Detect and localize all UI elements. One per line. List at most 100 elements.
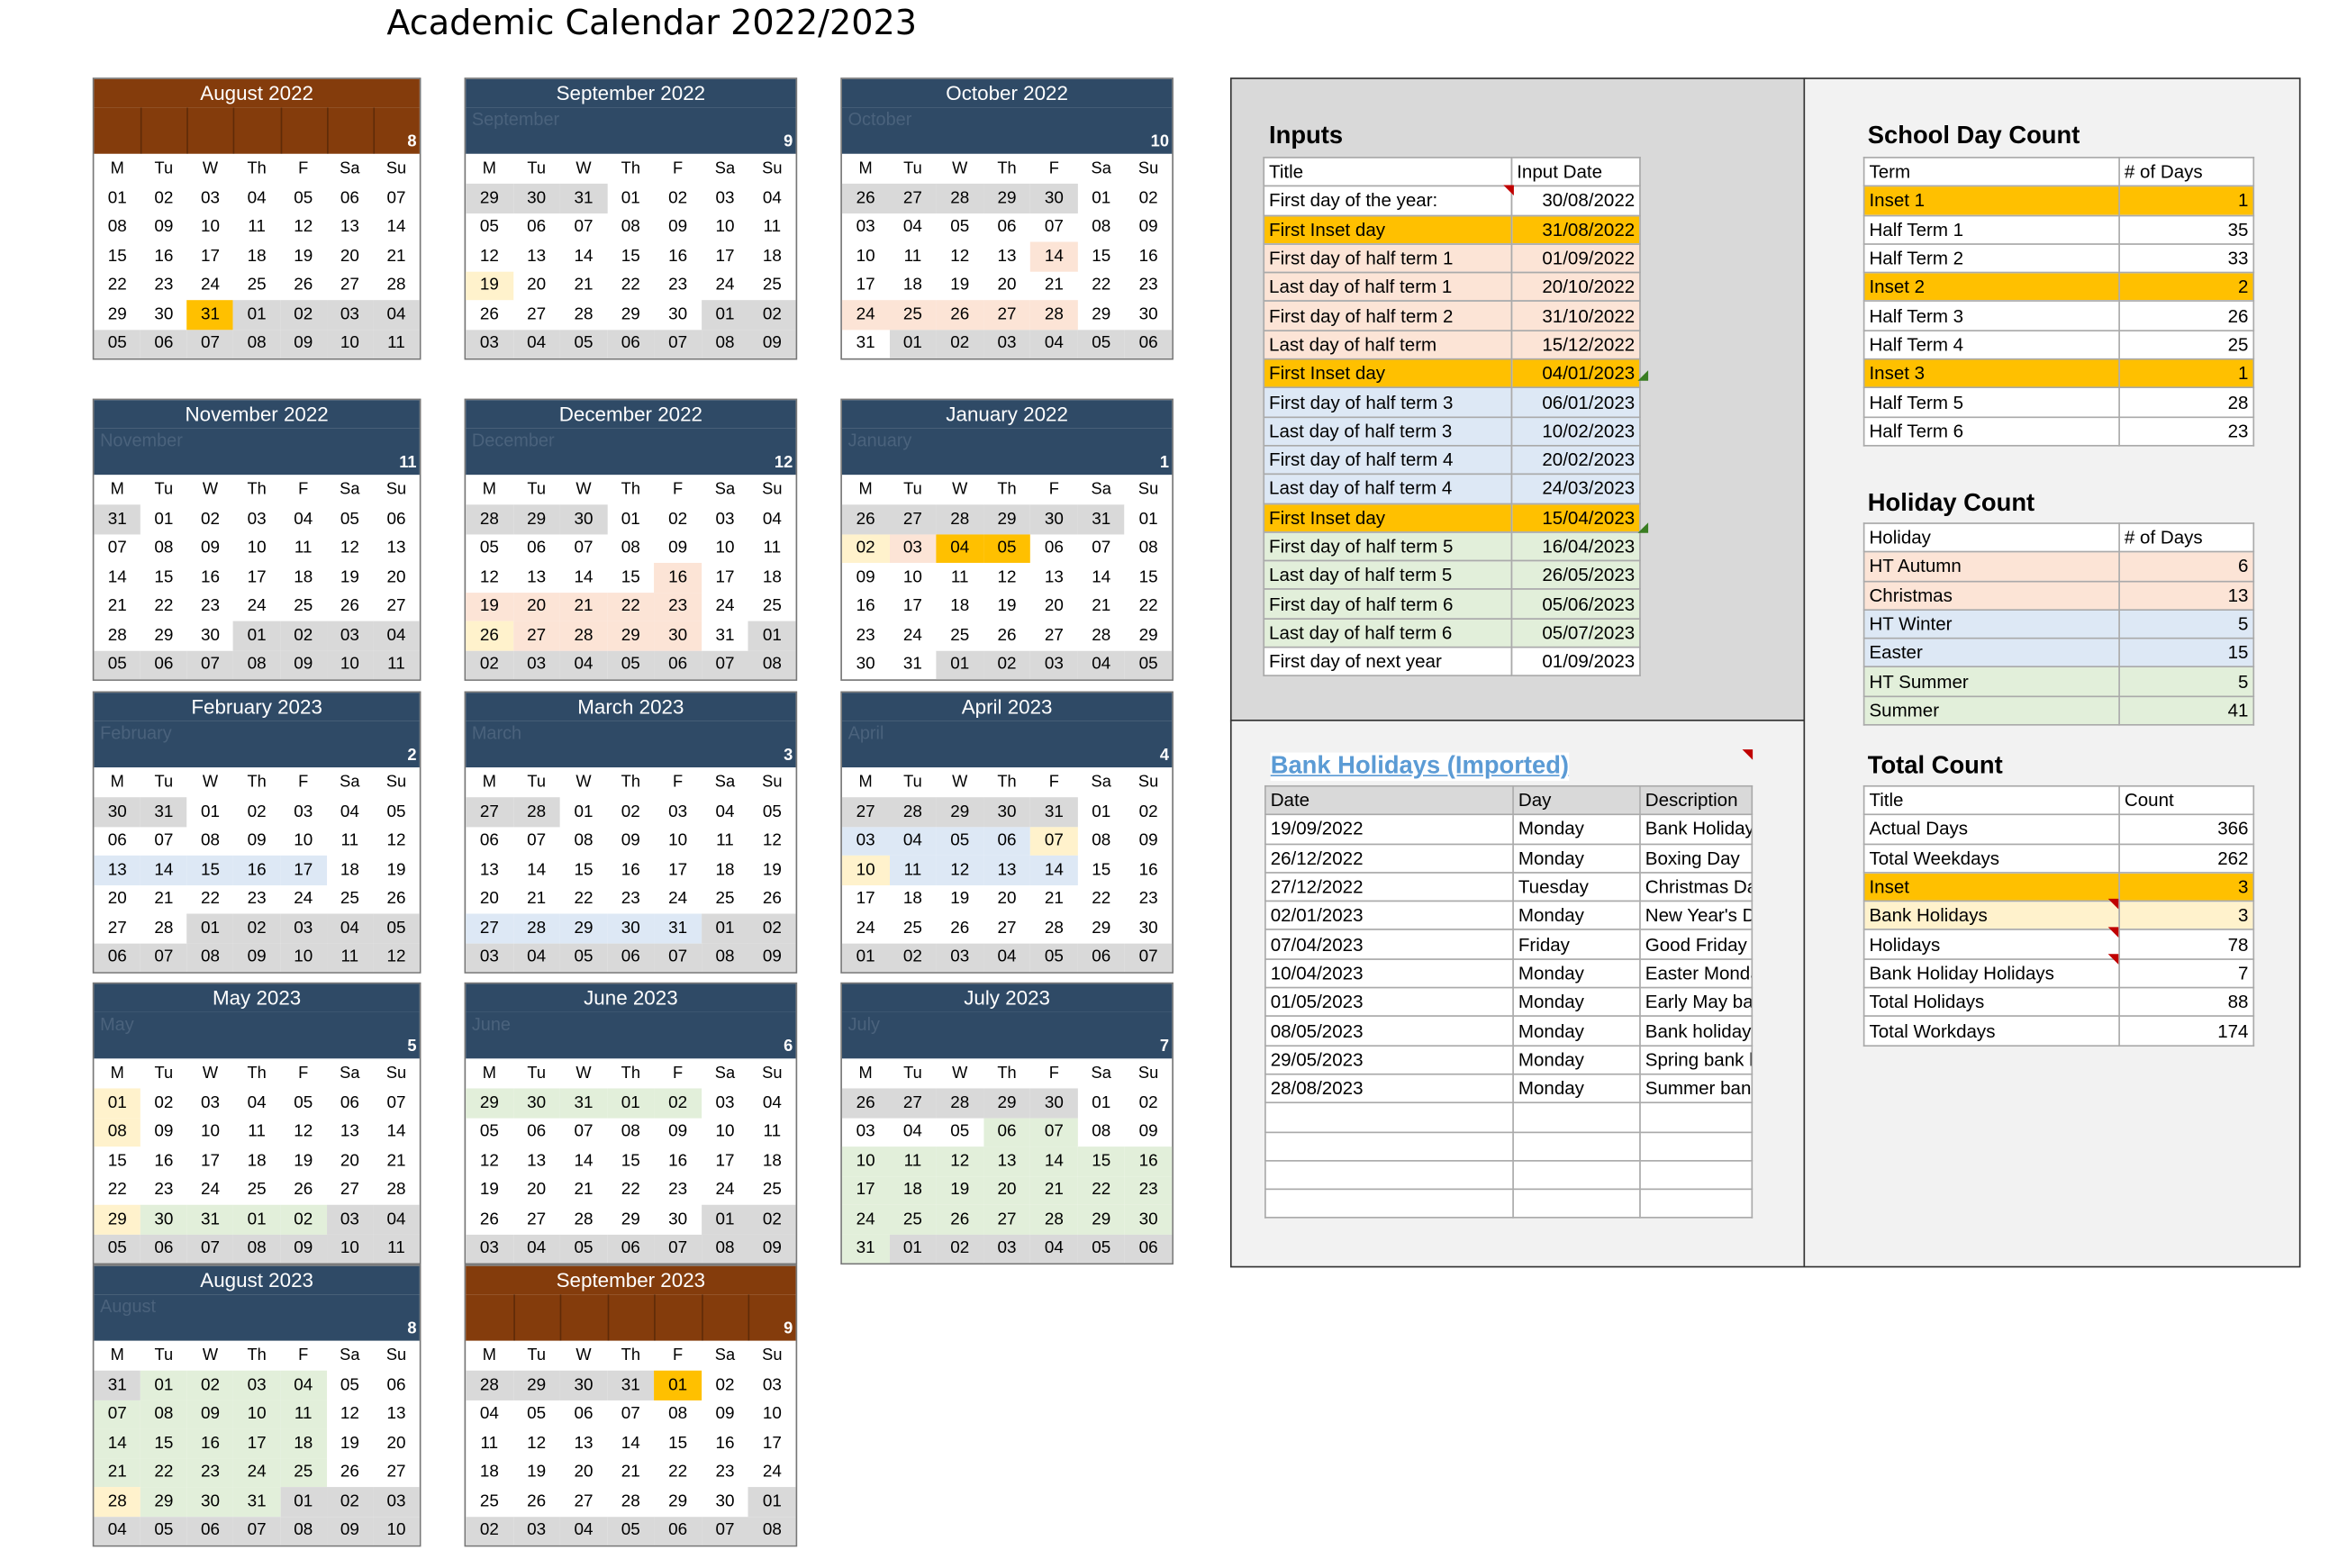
day-cell[interactable]: 10: [748, 1400, 795, 1428]
day-cell[interactable]: 05: [94, 329, 141, 358]
empty-cell[interactable]: [1512, 1188, 1641, 1219]
day-cell[interactable]: 08: [701, 1234, 749, 1264]
day-cell[interactable]: 02: [654, 184, 701, 213]
day-cell[interactable]: 04: [373, 300, 420, 330]
day-cell[interactable]: 01: [607, 1088, 655, 1118]
day-cell[interactable]: 02: [748, 1204, 796, 1235]
day-cell[interactable]: 01: [701, 300, 749, 330]
day-cell[interactable]: 19: [936, 1175, 983, 1205]
day-cell[interactable]: 11: [373, 649, 420, 680]
day-cell[interactable]: 06: [140, 649, 187, 680]
day-cell[interactable]: 22: [607, 592, 655, 621]
day-cell[interactable]: 08: [140, 534, 187, 563]
day-cell[interactable]: 09: [186, 1400, 234, 1429]
day-cell[interactable]: 03: [841, 826, 890, 856]
day-cell[interactable]: 01: [1125, 504, 1172, 533]
day-cell[interactable]: 12: [466, 242, 512, 271]
day-cell[interactable]: 15: [140, 563, 187, 592]
day-cell[interactable]: 20: [373, 563, 420, 592]
day-cell[interactable]: 03: [702, 504, 748, 533]
day-cell[interactable]: 22: [607, 1175, 654, 1204]
empty-cell[interactable]: [1264, 1130, 1514, 1162]
day-cell[interactable]: 05: [373, 913, 420, 943]
day-cell[interactable]: 04: [702, 797, 748, 826]
day-cell[interactable]: 15: [1078, 242, 1125, 271]
day-cell[interactable]: 18: [937, 592, 983, 621]
day-cell[interactable]: 07: [654, 1234, 702, 1264]
day-cell[interactable]: 13: [327, 1118, 374, 1147]
day-cell[interactable]: 10: [889, 563, 936, 592]
day-cell[interactable]: 25: [748, 271, 795, 300]
day-cell[interactable]: 16: [1125, 242, 1172, 271]
day-cell[interactable]: 26: [841, 504, 890, 534]
day-cell[interactable]: 30: [512, 1088, 560, 1118]
day-cell[interactable]: 12: [748, 827, 795, 856]
day-cell[interactable]: 02: [1125, 797, 1172, 826]
day-cell[interactable]: 04: [559, 649, 608, 680]
day-cell[interactable]: 06: [466, 827, 512, 856]
day-cell[interactable]: 05: [513, 1400, 560, 1428]
day-cell[interactable]: 17: [842, 271, 889, 300]
day-cell[interactable]: 01: [560, 797, 607, 826]
day-cell[interactable]: 07: [607, 1400, 654, 1428]
day-cell[interactable]: 30: [1125, 300, 1172, 329]
day-cell[interactable]: 29: [466, 183, 513, 213]
day-cell[interactable]: 23: [1124, 1175, 1173, 1205]
day-cell[interactable]: 28: [466, 1370, 513, 1400]
day-cell[interactable]: 23: [186, 1457, 234, 1488]
day-cell[interactable]: 16: [654, 562, 702, 593]
day-cell[interactable]: 09: [140, 1118, 187, 1147]
day-cell[interactable]: 26: [748, 884, 795, 913]
day-cell[interactable]: 11: [889, 1147, 937, 1176]
day-cell[interactable]: 01: [748, 621, 796, 650]
day-cell[interactable]: 17: [748, 1428, 795, 1457]
day-cell[interactable]: 07: [233, 1516, 280, 1545]
day-cell[interactable]: 14: [560, 1147, 607, 1175]
day-cell[interactable]: 29: [607, 1205, 654, 1234]
day-cell[interactable]: 26: [513, 1487, 560, 1516]
day-cell[interactable]: 04: [327, 797, 374, 826]
day-cell[interactable]: 30: [140, 1204, 187, 1235]
day-cell[interactable]: 08: [748, 1516, 796, 1545]
day-cell[interactable]: 05: [466, 213, 512, 241]
day-cell[interactable]: 12: [327, 534, 374, 563]
day-cell[interactable]: 16: [140, 1147, 187, 1175]
empty-cell[interactable]: [1512, 1159, 1641, 1191]
day-cell[interactable]: 09: [1125, 1118, 1172, 1147]
empty-cell[interactable]: [1264, 1159, 1514, 1191]
day-cell[interactable]: 06: [607, 329, 655, 358]
day-cell[interactable]: 17: [279, 855, 327, 885]
empty-cell[interactable]: [1512, 1101, 1641, 1133]
day-cell[interactable]: 28: [936, 183, 983, 213]
day-cell[interactable]: 20: [560, 1458, 607, 1487]
day-cell[interactable]: 16: [140, 242, 187, 271]
day-cell[interactable]: 11: [702, 827, 748, 856]
day-cell[interactable]: 27: [513, 300, 560, 329]
day-cell[interactable]: 22: [140, 592, 187, 621]
day-cell[interactable]: 12: [280, 1118, 327, 1147]
day-cell[interactable]: 15: [607, 242, 654, 271]
day-cell[interactable]: 14: [513, 856, 560, 884]
day-cell[interactable]: 09: [654, 1118, 701, 1147]
day-cell[interactable]: 11: [326, 942, 374, 973]
day-cell[interactable]: 28: [936, 504, 983, 534]
day-cell[interactable]: 01: [140, 1370, 187, 1400]
day-cell[interactable]: 30: [654, 621, 702, 650]
day-cell[interactable]: 28: [94, 621, 140, 650]
day-cell[interactable]: 20: [373, 1428, 420, 1457]
day-cell[interactable]: 28: [140, 914, 187, 943]
day-cell[interactable]: 08: [1078, 827, 1125, 856]
day-cell[interactable]: 07: [94, 1400, 141, 1429]
day-cell[interactable]: 09: [279, 329, 327, 358]
day-cell[interactable]: 29: [140, 621, 187, 650]
day-cell[interactable]: 20: [513, 1175, 560, 1204]
day-cell[interactable]: 10: [373, 1516, 420, 1545]
day-cell[interactable]: 29: [512, 504, 560, 534]
day-cell[interactable]: 30: [654, 300, 701, 329]
day-cell[interactable]: 01: [607, 184, 654, 213]
day-cell[interactable]: 21: [1030, 271, 1077, 300]
day-cell[interactable]: 07: [654, 942, 702, 973]
day-cell[interactable]: 14: [1030, 1147, 1078, 1176]
day-cell[interactable]: 13: [94, 855, 141, 885]
day-cell[interactable]: 30: [842, 650, 889, 679]
